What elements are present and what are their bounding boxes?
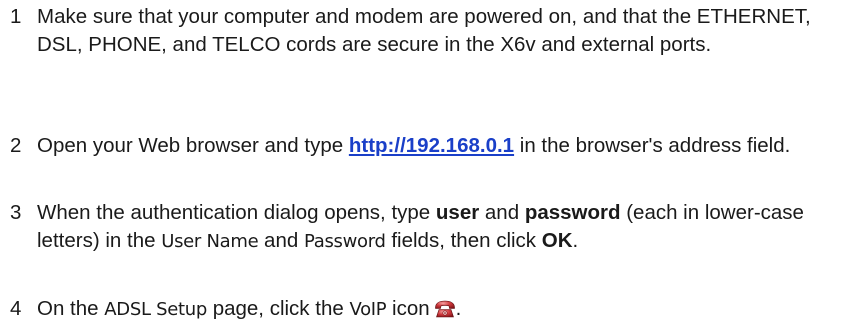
router-address-link[interactable]: http://192.168.0.1 (349, 134, 514, 157)
step-number: 3 (10, 201, 22, 224)
step-3-text-4: and (258, 229, 304, 252)
adsl-setup-page-term: ADSL Setup (104, 299, 207, 320)
step-number: 2 (10, 134, 22, 157)
step-4-text-4: . (455, 297, 462, 320)
step-3-text-1: When the authentication dialog opens, ty… (37, 201, 436, 224)
step-text: When the authentication dialog opens, ty… (37, 199, 859, 256)
step-text: Open your Web browser and type http://19… (37, 132, 859, 160)
step-4-text-1: On the (37, 297, 105, 320)
step-2-text-after: in the browser's address field. (514, 134, 791, 157)
voip-term: VoIP (349, 299, 387, 320)
ok-button-term: OK (541, 229, 573, 252)
password-value: password (524, 201, 621, 224)
voip-phone-icon (434, 299, 456, 319)
user-name-field-term: User Name (161, 231, 259, 252)
password-field-term: Password (303, 231, 386, 252)
username-value: user (435, 201, 480, 224)
step-text: On the ADSL Setup page, click the VoIP i… (37, 295, 859, 324)
step-number: 1 (10, 5, 22, 28)
step-number: 4 (10, 297, 22, 320)
step-3-text-5: fields, then click (385, 229, 542, 252)
step-4-text-2: page, click the (207, 297, 350, 320)
step-1-text: Make sure that your computer and modem a… (37, 5, 811, 56)
step-2-text-before: Open your Web browser and type (37, 134, 349, 157)
step-3-text-2: and (479, 201, 525, 224)
step-text: Make sure that your computer and modem a… (37, 3, 859, 59)
step-4-text-3: icon (386, 297, 430, 320)
step-3-text-6: . (572, 229, 579, 252)
